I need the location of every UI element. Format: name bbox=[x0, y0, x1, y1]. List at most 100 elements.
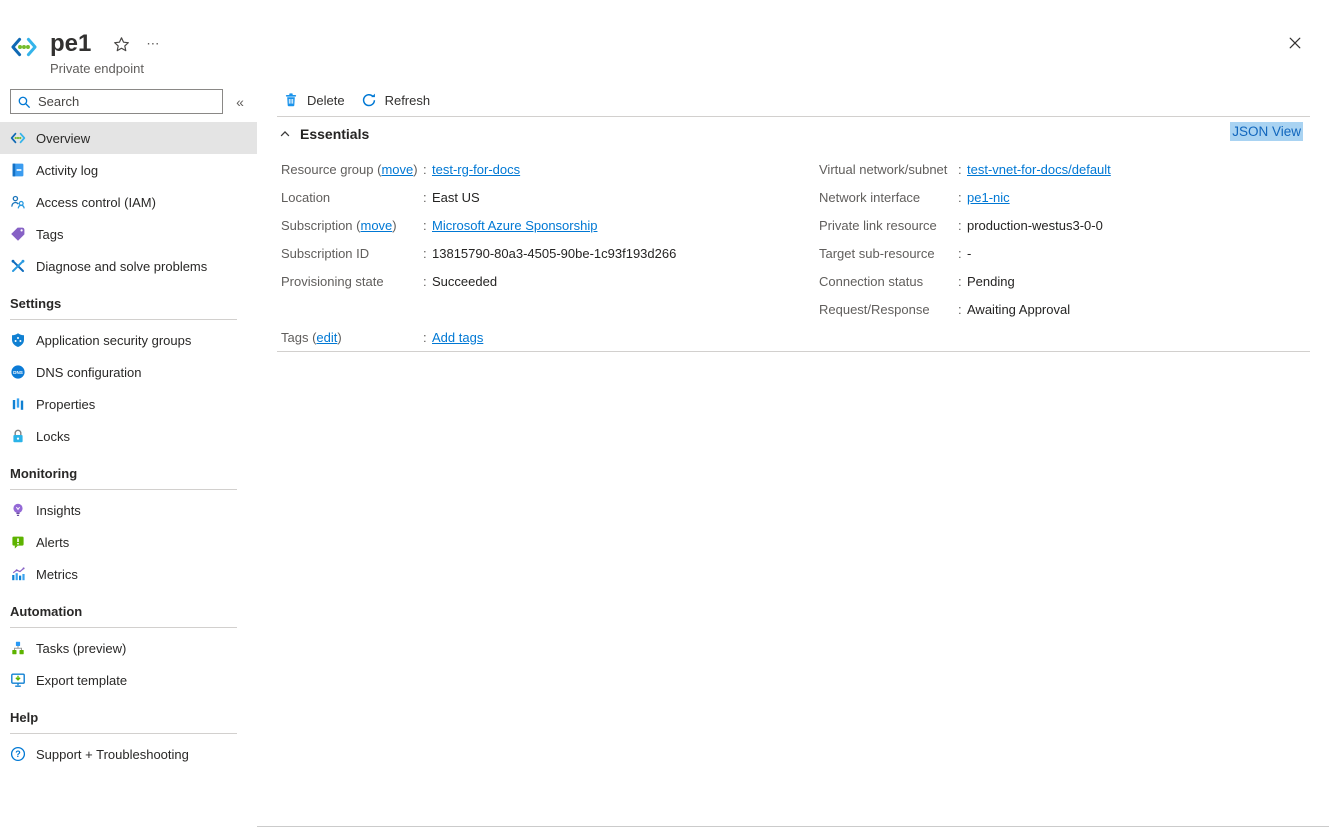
essentials-row-target-sub-resource: Target sub-resource:- bbox=[819, 239, 1305, 267]
sidebar-item-label: Locks bbox=[36, 429, 70, 444]
command-bar: Delete Refresh bbox=[277, 86, 1310, 117]
colon-separator: : bbox=[423, 162, 432, 177]
essentials-label: Subscription ID bbox=[281, 246, 423, 261]
sidebar-item-label: Application security groups bbox=[36, 333, 191, 348]
close-icon[interactable] bbox=[1285, 33, 1305, 53]
sidebar-item-properties[interactable]: Properties bbox=[0, 388, 257, 420]
support-icon: ? bbox=[10, 746, 26, 762]
sidebar-item-application-security-groups[interactable]: Application security groups bbox=[0, 324, 257, 356]
move-link[interactable]: move bbox=[361, 218, 393, 233]
essentials-label: Private link resource bbox=[819, 218, 958, 233]
sidebar-item-tags[interactable]: Tags bbox=[0, 218, 257, 250]
sidebar-item-metrics[interactable]: Metrics bbox=[0, 558, 257, 590]
request-response-value: Awaiting Approval bbox=[967, 302, 1070, 317]
sidebar-item-export-template[interactable]: Export template bbox=[0, 664, 257, 696]
sidebar-item-activity-log[interactable]: Activity log bbox=[0, 154, 257, 186]
subscription-value[interactable]: Microsoft Azure Sponsorship bbox=[432, 218, 597, 233]
location-value: East US bbox=[432, 190, 480, 205]
svg-text:DNS: DNS bbox=[13, 370, 23, 375]
essentials-row-tags: Tags (edit):Add tags bbox=[281, 323, 813, 351]
essentials-label: Connection status bbox=[819, 274, 958, 289]
resource-header: pe1 ⋯ Private endpoint bbox=[10, 30, 163, 76]
sidebar-item-label: Insights bbox=[36, 503, 81, 518]
page-title: pe1 bbox=[50, 30, 91, 58]
resource-group-value[interactable]: test-rg-for-docs bbox=[432, 162, 520, 177]
colon-separator: : bbox=[423, 274, 432, 289]
metrics-icon bbox=[10, 566, 26, 582]
connection-status-value: Pending bbox=[967, 274, 1015, 289]
essentials-row-subscription: Subscription (move):Microsoft Azure Spon… bbox=[281, 211, 813, 239]
collapse-sidebar-button[interactable]: « bbox=[229, 94, 251, 110]
sidebar-item-tasks-preview[interactable]: Tasks (preview) bbox=[0, 632, 257, 664]
essentials-grid: Resource group (move):test-rg-for-docsLo… bbox=[277, 155, 1310, 351]
favorite-star-icon[interactable] bbox=[113, 36, 130, 53]
network-interface-value[interactable]: pe1-nic bbox=[967, 190, 1010, 205]
edit-link[interactable]: edit bbox=[316, 330, 337, 345]
activity-log-icon bbox=[10, 162, 26, 178]
toolbar-button-label: Refresh bbox=[385, 93, 431, 108]
tag-icon bbox=[10, 226, 26, 242]
lock-icon bbox=[10, 428, 26, 444]
essentials-label: Request/Response bbox=[819, 302, 958, 317]
private-endpoint-icon bbox=[10, 130, 26, 146]
sidebar-item-alerts[interactable]: Alerts bbox=[0, 526, 257, 558]
essentials-header: Essentials JSON View bbox=[277, 119, 1310, 149]
sidebar-item-overview[interactable]: Overview bbox=[0, 122, 257, 154]
sidebar-item-access-control-iam[interactable]: Access control (IAM) bbox=[0, 186, 257, 218]
essentials-title: Essentials bbox=[300, 126, 369, 142]
sidebar-item-diagnose-and-solve-problems[interactable]: Diagnose and solve problems bbox=[0, 250, 257, 282]
refresh-button[interactable]: Refresh bbox=[355, 88, 441, 112]
dns-icon: DNS bbox=[10, 364, 26, 380]
sidebar-item-label: Support + Troubleshooting bbox=[36, 747, 189, 762]
virtual-network-subnet-value[interactable]: test-vnet-for-docs/default bbox=[967, 162, 1111, 177]
sidebar-item-support-troubleshooting[interactable]: ? Support + Troubleshooting bbox=[0, 738, 257, 770]
resource-header-text: pe1 ⋯ Private endpoint bbox=[50, 30, 163, 76]
essentials-label: Virtual network/subnet bbox=[819, 162, 958, 177]
essentials-row-resource-group: Resource group (move):test-rg-for-docs bbox=[281, 155, 813, 183]
essentials-row-subscription-id: Subscription ID:13815790-80a3-4505-90be-… bbox=[281, 239, 813, 267]
sidebar-item-label: DNS configuration bbox=[36, 365, 142, 380]
sidebar-section-header-automation: Automation bbox=[10, 604, 237, 628]
essentials-row-virtual-network-subnet: Virtual network/subnet:test-vnet-for-doc… bbox=[819, 155, 1305, 183]
move-link[interactable]: move bbox=[381, 162, 413, 177]
search-input[interactable] bbox=[36, 93, 216, 110]
tags-value[interactable]: Add tags bbox=[432, 330, 483, 345]
colon-separator: : bbox=[958, 302, 967, 317]
refresh-icon bbox=[361, 92, 377, 108]
access-control-icon bbox=[10, 194, 26, 210]
subscription-id-value: 13815790-80a3-4505-90be-1c93f193d266 bbox=[432, 246, 676, 261]
sidebar-section-header-help: Help bbox=[10, 710, 237, 734]
more-options-icon[interactable]: ⋯ bbox=[144, 36, 163, 52]
properties-icon bbox=[10, 396, 26, 412]
delete-button[interactable]: Delete bbox=[277, 88, 355, 112]
bottom-divider bbox=[257, 826, 1329, 827]
sidebar-item-insights[interactable]: Insights bbox=[0, 494, 257, 526]
colon-separator: : bbox=[958, 246, 967, 261]
delete-icon bbox=[283, 92, 299, 108]
json-view-button[interactable]: JSON View bbox=[1230, 122, 1303, 141]
sidebar-item-label: Access control (IAM) bbox=[36, 195, 156, 210]
essentials-label: Provisioning state bbox=[281, 274, 423, 289]
sidebar-item-label: Overview bbox=[36, 131, 90, 146]
sidebar-item-locks[interactable]: Locks bbox=[0, 420, 257, 452]
colon-separator: : bbox=[958, 274, 967, 289]
tasks-icon bbox=[10, 640, 26, 656]
colon-separator: : bbox=[423, 190, 432, 205]
insights-icon bbox=[10, 502, 26, 518]
essentials-label: Network interface bbox=[819, 190, 958, 205]
essentials-row-network-interface: Network interface:pe1-nic bbox=[819, 183, 1305, 211]
colon-separator: : bbox=[423, 246, 432, 261]
essentials-label: Tags (edit) bbox=[281, 330, 423, 345]
colon-separator: : bbox=[423, 330, 432, 345]
toolbar-button-label: Delete bbox=[307, 93, 345, 108]
sidebar-item-dns-configuration[interactable]: DNS DNS configuration bbox=[0, 356, 257, 388]
colon-separator: : bbox=[958, 218, 967, 233]
essentials-label: Resource group (move) bbox=[281, 162, 423, 177]
essentials-row-connection-status: Connection status:Pending bbox=[819, 267, 1305, 295]
chevron-up-icon[interactable] bbox=[277, 126, 293, 142]
sidebar-item-label: Tags bbox=[36, 227, 63, 242]
private-link-resource-value: production-westus3-0-0 bbox=[967, 218, 1103, 233]
provisioning-state-value: Succeeded bbox=[432, 274, 497, 289]
target-sub-resource-value: - bbox=[967, 246, 971, 261]
sidebar-section-header-settings: Settings bbox=[10, 296, 237, 320]
